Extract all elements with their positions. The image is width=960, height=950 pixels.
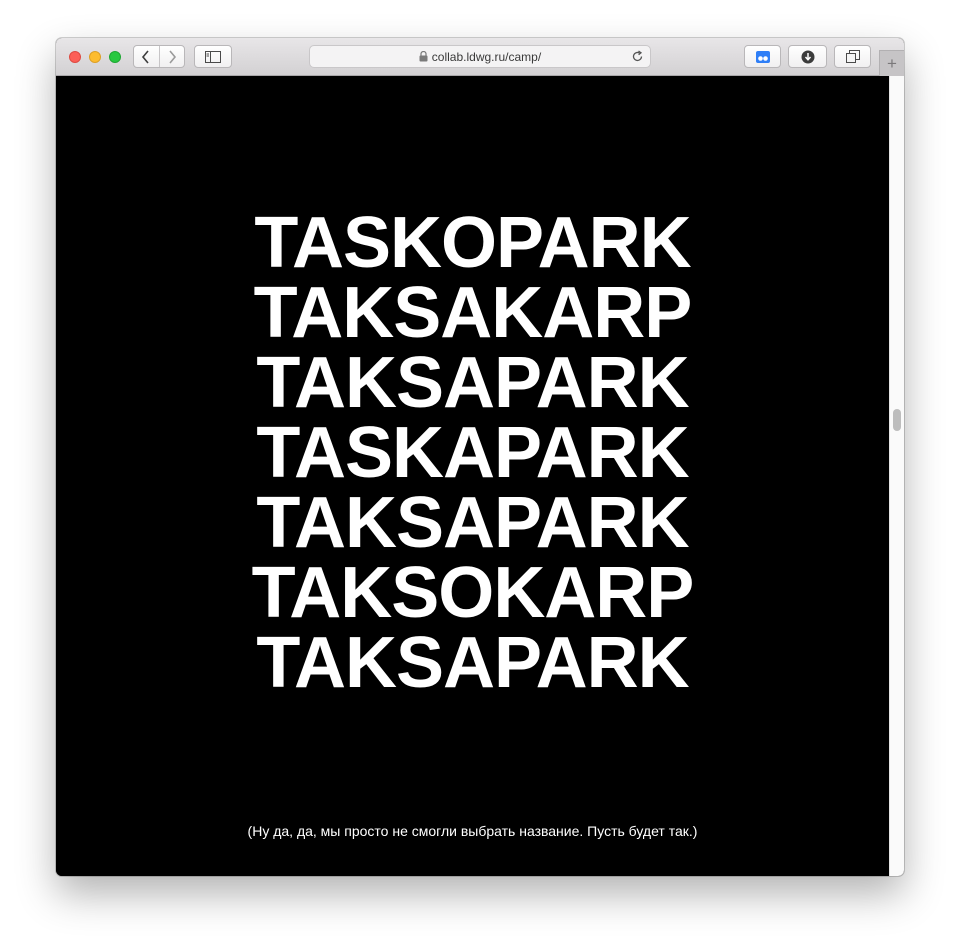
headline-word: TAKSAPARK — [256, 343, 689, 423]
navigation-buttons — [133, 45, 185, 68]
scrollbar[interactable] — [889, 76, 904, 876]
reload-icon[interactable] — [631, 50, 644, 63]
headline-word: TAKSAKARP — [253, 273, 693, 353]
headline-word: TASKOPARK — [254, 203, 691, 283]
forward-button[interactable] — [158, 46, 185, 67]
download-icon — [801, 50, 814, 63]
headline-word: TAKSAPARK — [256, 483, 689, 563]
sidebar-toggle-button[interactable] — [194, 45, 232, 68]
chevron-right-icon — [169, 49, 176, 64]
new-tab-button[interactable]: + — [879, 50, 904, 76]
address-bar[interactable]: collab.ldwg.ru/camp/ — [309, 45, 651, 68]
word-stack: TASKOPARK TAKSAKARP TAKSAPARK TASKAPARK … — [56, 203, 889, 703]
caption-text: (Ну да, да, мы просто не смогли выбрать … — [247, 823, 698, 839]
headline-word: TAKSOKARP — [251, 553, 695, 633]
close-window-button[interactable] — [69, 51, 81, 63]
chevron-left-icon — [142, 49, 149, 64]
extension-button[interactable] — [744, 45, 781, 68]
tab-overview-icon — [845, 50, 860, 63]
maximize-window-button[interactable] — [109, 51, 121, 63]
sidebar-icon — [205, 50, 221, 63]
downloads-button[interactable] — [788, 45, 827, 68]
extension-icon — [755, 50, 770, 63]
tab-overview-button[interactable] — [834, 45, 871, 68]
back-button[interactable] — [134, 46, 159, 67]
browser-toolbar: collab.ldwg.ru/camp/ + — [56, 38, 904, 76]
scrollbar-thumb[interactable] — [893, 409, 901, 431]
browser-window: collab.ldwg.ru/camp/ + TASKOPARK TAKSAKA… — [56, 38, 904, 876]
headline-word: TASKAPARK — [256, 413, 689, 493]
minimize-window-button[interactable] — [89, 51, 101, 63]
lock-icon — [419, 51, 428, 62]
headline-word: TAKSAPARK — [256, 623, 689, 703]
page-content: TASKOPARK TAKSAKARP TAKSAPARK TASKAPARK … — [56, 76, 889, 876]
url-text: collab.ldwg.ru/camp/ — [431, 49, 542, 64]
